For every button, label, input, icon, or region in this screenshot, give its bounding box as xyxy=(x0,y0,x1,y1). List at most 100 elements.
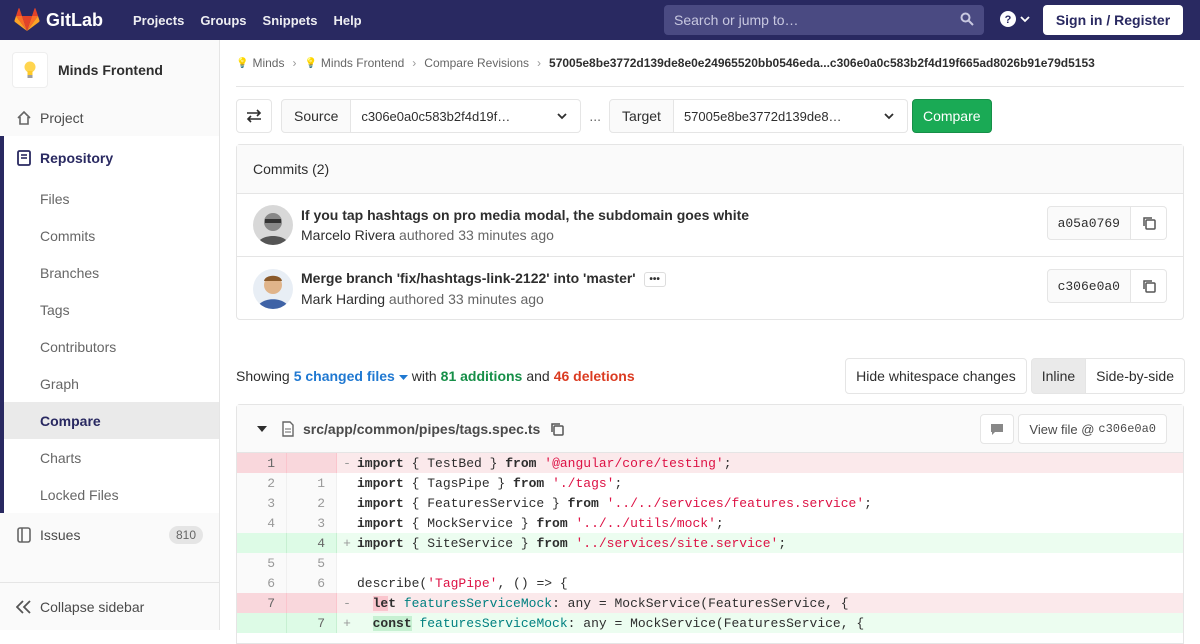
old-line-number[interactable]: 1 xyxy=(237,453,287,473)
gitlab-logo[interactable]: GitLab xyxy=(14,8,103,32)
sidebar-subitem-charts[interactable]: Charts xyxy=(4,439,219,476)
sidebar-item-label: Issues xyxy=(40,527,81,543)
sidebar: Minds Frontend Project Repository Files … xyxy=(0,40,220,630)
showing-label: Showing xyxy=(236,368,290,384)
svg-text:?: ? xyxy=(1005,14,1012,26)
breadcrumb-current[interactable]: 57005e8be3772d139de8e0e24965520bb0546eda… xyxy=(549,56,1095,70)
nav-projects[interactable]: Projects xyxy=(125,13,192,28)
sidebar-item-repository[interactable]: Repository xyxy=(4,136,219,180)
breadcrumb-project[interactable]: Minds Frontend xyxy=(321,56,404,70)
diff-line: 3 2 import { FeaturesService } from '../… xyxy=(237,493,1183,513)
diff-line: 5 5 xyxy=(237,553,1183,573)
copy-sha-button[interactable] xyxy=(1131,269,1167,303)
commits-panel: Commits (2) If you tap hashtags on pro m… xyxy=(236,144,1184,320)
breadcrumb-section[interactable]: Compare Revisions xyxy=(424,56,529,70)
code-text: import { SiteService } from '../services… xyxy=(357,535,787,551)
diff-marker: + xyxy=(343,615,351,631)
old-line-number[interactable] xyxy=(237,613,287,633)
new-line-number[interactable]: 1 xyxy=(287,473,337,493)
old-line-number[interactable]: 2 xyxy=(237,473,287,493)
collapse-sidebar-button[interactable]: Collapse sidebar xyxy=(0,582,219,630)
project-name: Minds Frontend xyxy=(58,62,163,78)
commit-author[interactable]: Marcelo Rivera xyxy=(301,227,395,243)
breadcrumb-separator: › xyxy=(292,56,297,70)
swap-revisions-button[interactable] xyxy=(236,99,272,133)
new-line-number[interactable]: 7 xyxy=(287,613,337,633)
diff-marker: - xyxy=(343,595,351,611)
copy-icon xyxy=(1142,217,1156,230)
old-line-number[interactable]: 4 xyxy=(237,513,287,533)
chevron-down-icon xyxy=(557,113,567,120)
sidebar-item-issues[interactable]: Issues 810 xyxy=(0,517,219,553)
sidebar-subitem-files[interactable]: Files xyxy=(4,180,219,217)
changed-files-dropdown[interactable]: 5 changed files xyxy=(294,368,408,384)
avatar[interactable] xyxy=(253,205,293,245)
commit-title[interactable]: If you tap hashtags on pro media modal, … xyxy=(301,207,749,223)
expand-commit-message-button[interactable]: ••• xyxy=(643,271,666,287)
commit-sha[interactable]: c306e0a0 xyxy=(1046,269,1131,303)
repository-section: Repository Files Commits Branches Tags C… xyxy=(0,136,219,513)
code-text: import { MockService } from '../../utils… xyxy=(357,515,724,531)
diff-code: 1 - import { TestBed } from '@angular/co… xyxy=(237,453,1183,633)
sidebar-subitem-tags[interactable]: Tags xyxy=(4,291,219,328)
nav-help[interactable]: Help xyxy=(325,13,369,28)
hide-whitespace-button[interactable]: Hide whitespace changes xyxy=(845,358,1027,394)
commit-title[interactable]: Merge branch 'fix/hashtags-link-2122' in… xyxy=(301,270,636,286)
sign-in-button[interactable]: Sign in / Register xyxy=(1043,5,1183,35)
inline-view-button[interactable]: Inline xyxy=(1030,358,1087,394)
code-text: import { TestBed } from '@angular/core/t… xyxy=(357,455,732,471)
deletions-count: 46 deletions xyxy=(553,368,635,384)
new-line-number[interactable]: 4 xyxy=(287,533,337,553)
side-by-side-button[interactable]: Side-by-side xyxy=(1086,358,1185,394)
file-header: src/app/common/pipes/tags.spec.ts View f… xyxy=(237,405,1183,453)
copy-icon xyxy=(1142,280,1156,293)
search-input[interactable]: Search or jump to… xyxy=(664,5,984,35)
copy-sha-button[interactable] xyxy=(1131,206,1167,240)
copy-icon[interactable] xyxy=(550,422,565,436)
help-dropdown[interactable]: ? xyxy=(1000,11,1030,27)
avatar[interactable] xyxy=(253,268,293,309)
code-text: import { FeaturesService } from '../../s… xyxy=(357,495,872,511)
issues-count-badge: 810 xyxy=(168,526,203,544)
new-line-number[interactable]: 3 xyxy=(287,513,337,533)
nav-groups[interactable]: Groups xyxy=(192,13,254,28)
old-line-number[interactable]: 7 xyxy=(237,593,287,613)
source-label: Source xyxy=(281,99,352,133)
sidebar-subitem-locked-files[interactable]: Locked Files xyxy=(4,476,219,513)
file-actions: View file @ c306e0a0 xyxy=(980,414,1167,444)
view-file-button[interactable]: View file @ c306e0a0 xyxy=(1018,414,1167,444)
toggle-comments-button[interactable] xyxy=(980,414,1015,444)
breadcrumb-group[interactable]: Minds xyxy=(252,56,284,70)
old-line-number[interactable]: 5 xyxy=(237,553,287,573)
compare-button[interactable]: Compare xyxy=(911,99,992,133)
sidebar-subitem-contributors[interactable]: Contributors xyxy=(4,328,219,365)
caret-down-icon[interactable] xyxy=(257,425,267,433)
nav-snippets[interactable]: Snippets xyxy=(255,13,326,28)
code-text: let featuresServiceMock: any = MockServi… xyxy=(372,595,849,611)
new-line-number[interactable]: 6 xyxy=(287,573,337,593)
sidebar-subitem-commits[interactable]: Commits xyxy=(4,217,219,254)
new-line-number[interactable] xyxy=(287,453,337,473)
source-revision-dropdown[interactable]: c306e0a0c583b2f4d19f… xyxy=(351,99,582,133)
breadcrumb-separator: › xyxy=(412,56,417,70)
target-revision-dropdown[interactable]: 57005e8be3772d139de8… xyxy=(673,99,908,133)
search-placeholder: Search or jump to… xyxy=(674,12,799,28)
sidebar-item-project[interactable]: Project xyxy=(0,100,219,136)
project-header[interactable]: Minds Frontend xyxy=(0,40,219,100)
home-icon xyxy=(16,110,32,126)
file-path[interactable]: src/app/common/pipes/tags.spec.ts xyxy=(303,421,540,437)
commits-header: Commits (2) xyxy=(237,145,1183,194)
code-text: describe('TagPipe', () => { xyxy=(357,575,568,591)
commit-author[interactable]: Mark Harding xyxy=(301,291,385,307)
sidebar-subitem-graph[interactable]: Graph xyxy=(4,365,219,402)
new-line-number[interactable] xyxy=(287,593,337,613)
new-line-number[interactable]: 5 xyxy=(287,553,337,573)
sidebar-subitem-compare[interactable]: Compare xyxy=(4,402,219,439)
old-line-number[interactable]: 6 xyxy=(237,573,287,593)
sidebar-subitem-branches[interactable]: Branches xyxy=(4,254,219,291)
old-line-number[interactable] xyxy=(237,533,287,553)
new-line-number[interactable]: 2 xyxy=(287,493,337,513)
old-line-number[interactable]: 3 xyxy=(237,493,287,513)
commit-sha[interactable]: a05a0769 xyxy=(1046,206,1131,240)
diff-view-controls: Hide whitespace changes Inline Side-by-s… xyxy=(845,358,1185,394)
